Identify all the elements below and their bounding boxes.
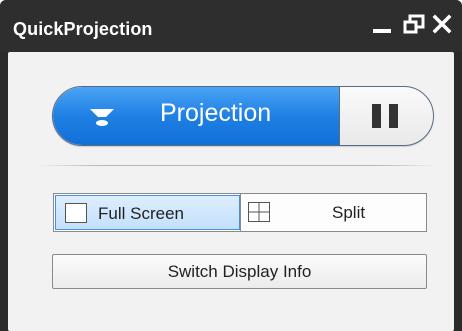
close-button[interactable]: [429, 10, 455, 38]
minimize-button[interactable]: [369, 10, 395, 38]
full-screen-option[interactable]: Full Screen: [55, 195, 240, 230]
display-mode-selector: Full Screen Split: [53, 193, 427, 232]
pause-icon: [372, 104, 398, 128]
switch-display-info-button[interactable]: Switch Display Info: [52, 254, 427, 289]
minimize-icon: [373, 29, 391, 33]
window-title: QuickProjection: [13, 19, 153, 39]
full-screen-label: Full Screen: [98, 204, 184, 223]
title-bar[interactable]: QuickProjection: [0, 0, 462, 52]
pause-button[interactable]: [340, 87, 433, 145]
restore-button[interactable]: [402, 10, 426, 38]
projection-control: Projection: [52, 86, 434, 146]
projection-button[interactable]: Projection: [53, 87, 339, 145]
full-screen-icon: [65, 203, 87, 223]
quickprojection-window: QuickProjection Projection Full Screen S…: [0, 0, 462, 331]
split-option[interactable]: Split: [241, 195, 426, 230]
split-label: Split: [332, 203, 366, 222]
main-panel: Projection Full Screen Split Switch Disp…: [8, 52, 454, 331]
split-icon: [248, 202, 270, 222]
restore-icon: [403, 14, 425, 34]
close-icon: [432, 14, 452, 34]
projector-icon: [90, 109, 114, 126]
divider: [38, 165, 438, 166]
projection-label: Projection: [160, 99, 272, 127]
